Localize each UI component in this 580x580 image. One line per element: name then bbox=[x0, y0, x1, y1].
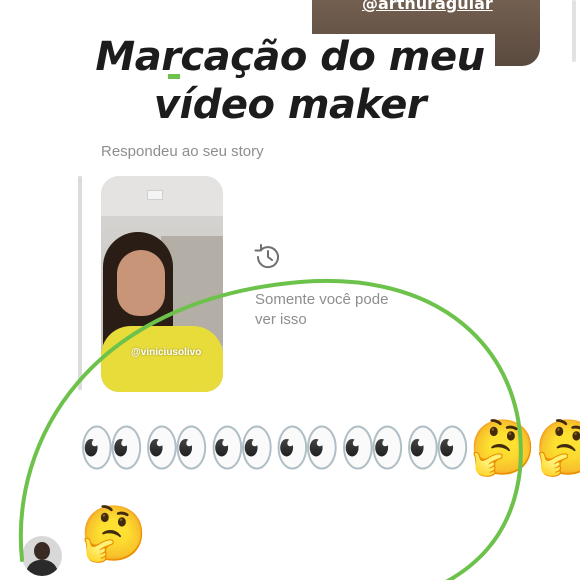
clock-history-icon bbox=[254, 244, 279, 269]
headline-overlay: Marcação do meu vídeo maker bbox=[0, 34, 580, 128]
quote-indicator-bar bbox=[78, 176, 82, 390]
headline-line-1: Marcação do meu bbox=[85, 34, 495, 80]
visibility-notice: Somente você pode ver isso bbox=[255, 291, 389, 328]
message-emoji-row-1: 👀👀👀👀👀👀🤔🤔 bbox=[78, 416, 580, 479]
story-mention-tag: @arthuraguiar bbox=[362, 0, 493, 13]
story-card-mention: @viniciusolivo bbox=[131, 347, 202, 358]
message-emoji-row-2: 🤔 bbox=[80, 502, 147, 565]
replied-story-thumbnail[interactable]: @viniciusolivo bbox=[101, 176, 223, 392]
accent-mark bbox=[168, 74, 180, 79]
sender-avatar[interactable] bbox=[22, 536, 62, 576]
story-reply-label: Respondeu ao seu story bbox=[101, 143, 264, 160]
headline-line-2: vídeo maker bbox=[143, 82, 437, 128]
